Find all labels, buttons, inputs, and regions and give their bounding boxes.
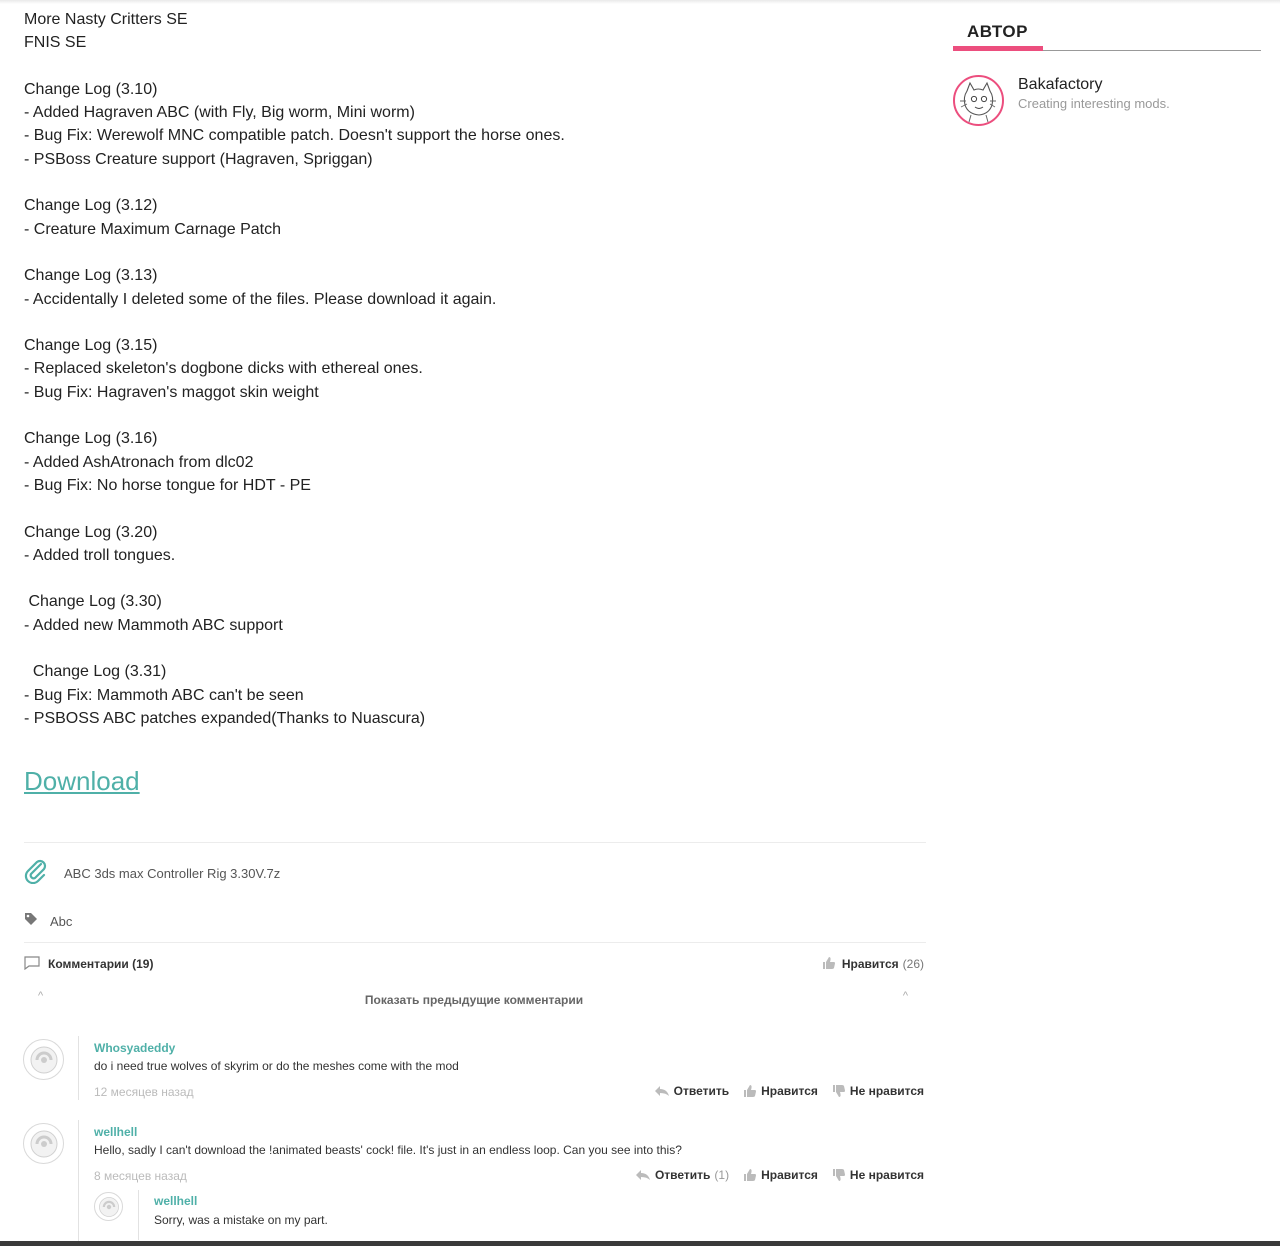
avatar[interactable]: [23, 1123, 64, 1164]
article-line: Change Log (3.10): [24, 80, 158, 98]
attachment-row[interactable]: ABC 3ds max Controller Rig 3.30V.7z: [24, 858, 924, 888]
thumbs-down-icon: [832, 1085, 845, 1097]
avatar[interactable]: [94, 1192, 123, 1221]
thumbs-up-icon: [744, 1085, 757, 1097]
comment-line: [78, 1036, 79, 1100]
article-line: - Added troll tongues.: [24, 546, 176, 564]
reply-icon: [635, 1170, 650, 1180]
likes-count: (26): [902, 957, 924, 971]
thumbs-up-icon: [744, 1169, 757, 1181]
article-line: FNIS SE: [24, 34, 87, 52]
show-previous-comments[interactable]: ^ Показать предыдущие комментарии ^: [24, 990, 924, 1010]
show-previous-label[interactable]: Показать предыдущие комментарии: [365, 993, 583, 1007]
article-line: Change Log (3.12): [24, 197, 158, 215]
comment-time: 12 месяцев назад: [94, 1085, 194, 1099]
comment-author[interactable]: wellhell: [94, 1125, 137, 1139]
tag-abc[interactable]: Abc: [50, 914, 72, 929]
avatar[interactable]: [23, 1039, 64, 1080]
dislike-button[interactable]: Не нравится: [832, 1084, 924, 1098]
reply-button[interactable]: Ответить: [654, 1084, 729, 1098]
tags-row: Abc: [24, 912, 72, 931]
article-line: - PSBOSS ABC patches expanded(Thanks to …: [24, 709, 426, 727]
likes-label: Нравится: [841, 957, 899, 971]
tag-icon: [24, 912, 38, 931]
article-line: Change Log (3.16): [24, 430, 158, 448]
comments-title: Комментарии (19): [48, 957, 154, 971]
caret-right: ^: [902, 990, 908, 1002]
sidebar-title: АВТОР: [967, 22, 1028, 41]
article-line: - Bug Fix: Mammoth ABC can't be seen: [24, 686, 304, 704]
like-label: Нравится: [761, 1168, 818, 1182]
paperclip-icon: [24, 858, 48, 889]
bottom-bar: [0, 1241, 1280, 1246]
top-shadow: [0, 0, 1280, 4]
dislike-label: Не нравится: [849, 1084, 924, 1098]
divider: [24, 942, 926, 943]
comment-author[interactable]: wellhell: [154, 1194, 197, 1208]
like-button[interactable]: Нравится: [743, 1168, 818, 1182]
dislike-button[interactable]: Не нравится: [832, 1168, 924, 1182]
article-line: Change Log (3.31): [24, 663, 167, 681]
comment-time: 8 месяцев назад: [94, 1169, 187, 1183]
like-label: Нравится: [761, 1084, 818, 1098]
reply-count: (1): [714, 1168, 730, 1182]
author-name[interactable]: Bakafactory: [1018, 76, 1102, 94]
article-line: - Bug Fix: Hagraven's maggot skin weight: [24, 383, 319, 401]
author-description: Creating interesting mods.: [1018, 96, 1170, 111]
article-line: - PSBoss Creature support (Hagraven, Spr…: [24, 150, 373, 168]
comment-icon: [24, 955, 40, 973]
article-line: - Added Hagraven ABC (with Fly, Big worm…: [24, 104, 415, 122]
like-button[interactable]: Нравится: [743, 1084, 818, 1098]
reply-label: Ответить: [654, 1168, 711, 1182]
comment-actions: Ответить (1) Нравится Не нравится: [621, 1168, 924, 1182]
article-line: - Bug Fix: Werewolf MNC compatible patch…: [24, 127, 565, 145]
article-line: Change Log (3.13): [24, 267, 158, 285]
comment-line: [138, 1190, 139, 1240]
comments-bar: Комментарии (19) Нравится (26): [24, 952, 924, 976]
comment-text: do i need true wolves of skyrim or do th…: [94, 1059, 459, 1073]
article-line: - Accidentally I deleted some of the fil…: [24, 290, 497, 308]
article-line: - Replaced skeleton's dogbone dicks with…: [24, 360, 423, 378]
thumbs-down-icon: [832, 1169, 845, 1181]
comment-author[interactable]: Whosyadeddy: [94, 1041, 175, 1055]
author-avatar[interactable]: [953, 75, 1004, 126]
caret-left: ^: [38, 990, 44, 1002]
article-line: Change Log (3.30): [24, 593, 162, 611]
comment-text: Hello, sadly I can't download the !anima…: [94, 1143, 682, 1157]
article-body: More Nasty Critters SE FNIS SE Change Log …: [24, 8, 924, 730]
article-line: - Added new Mammoth ABC support: [24, 616, 283, 634]
reply-label: Ответить: [673, 1084, 730, 1098]
sidebar-title-accent: [953, 46, 1043, 51]
article-line: - Bug Fix: No horse tongue for HDT - PE: [24, 476, 311, 494]
comment-line: [78, 1120, 79, 1246]
article-like-button[interactable]: Нравится (26): [822, 956, 924, 973]
download-link[interactable]: Download: [24, 766, 140, 797]
article-line: Change Log (3.15): [24, 337, 158, 355]
article-line: More Nasty Critters SE: [24, 11, 188, 28]
comment-actions: Ответить Нравится Не нравится: [640, 1084, 924, 1098]
article-line: - Added AshAtronach from dlc02: [24, 453, 254, 471]
reply-icon: [654, 1086, 669, 1096]
attachment-filename[interactable]: ABC 3ds max Controller Rig 3.30V.7z: [64, 866, 280, 881]
article-line: - Creature Maximum Carnage Patch: [24, 220, 281, 238]
reply-button[interactable]: Ответить (1): [635, 1168, 729, 1182]
thumbs-up-icon: [822, 956, 836, 973]
divider: [24, 842, 926, 843]
dislike-label: Не нравится: [849, 1168, 924, 1182]
comment-text: Sorry, was a mistake on my part.: [154, 1213, 328, 1227]
article-line: Change Log (3.20): [24, 523, 158, 541]
